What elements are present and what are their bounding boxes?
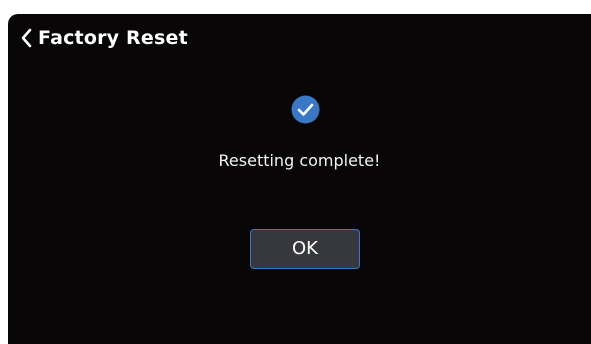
check-circle-icon (291, 95, 320, 124)
ok-button[interactable]: OK (250, 229, 360, 269)
factory-reset-screen: Factory Reset Resetting complete! OK (8, 14, 591, 344)
back-navigation[interactable]: Factory Reset (8, 14, 308, 62)
page-title: Factory Reset (38, 27, 188, 49)
chevron-left-icon[interactable] (20, 28, 32, 48)
status-message: Resetting complete! (218, 151, 381, 170)
